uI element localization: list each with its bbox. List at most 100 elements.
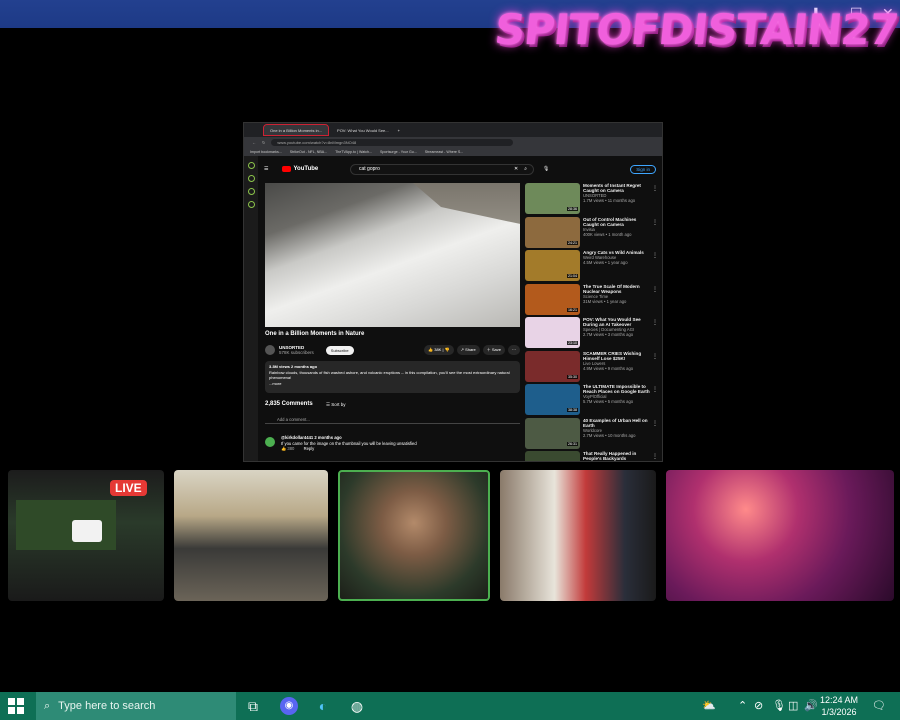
recommendation-title[interactable]: That Really Happened in People's Backyar… bbox=[583, 451, 653, 461]
subscribe-button[interactable]: Subscribe bbox=[325, 345, 354, 355]
clear-search-icon[interactable]: ✕ bbox=[514, 166, 518, 172]
live-badge: LIVE bbox=[110, 480, 147, 496]
taskbar-search-input[interactable]: ⌕ Type here to search bbox=[36, 692, 236, 720]
notifications-icon[interactable]: 🗨 bbox=[872, 699, 886, 712]
search-input[interactable]: cat gopro ✕ ⌕ bbox=[350, 163, 534, 175]
video-player[interactable] bbox=[265, 183, 520, 327]
more-options-icon[interactable]: ⋮ bbox=[652, 219, 658, 226]
recommendation-duration: 28:36 bbox=[567, 207, 578, 211]
bookmark-item[interactable]: Import bookmarks... bbox=[250, 150, 282, 154]
recommendation-item[interactable]: 40 Examples of Urban Hell on Earth Worldc… bbox=[525, 417, 659, 452]
recommendation-item[interactable]: Moments of Instant Regret Caught on Came… bbox=[525, 183, 659, 217]
commenter-avatar[interactable] bbox=[265, 437, 275, 447]
sign-in-button[interactable]: Sign in bbox=[630, 164, 656, 174]
recommendation-item[interactable]: That Really Happened in People's Backyar… bbox=[525, 451, 659, 461]
microphone-icon[interactable]: 🎙 bbox=[543, 166, 549, 172]
microphone-icon[interactable]: 🎙 bbox=[772, 699, 786, 712]
recommendation-title[interactable]: The True Scale Of Modern Nuclear Weapons bbox=[583, 284, 653, 294]
recommendation-meta: 400K views • 1 month ago bbox=[583, 231, 632, 237]
more-options-icon[interactable]: ⋮ bbox=[652, 420, 658, 427]
description-text: Rainbow clouds, thousands of fish washed… bbox=[269, 369, 510, 381]
comment-reply-button[interactable]: Reply bbox=[304, 446, 315, 451]
more-options-icon[interactable]: ⋮ bbox=[652, 252, 658, 259]
more-options-icon[interactable]: ⋮ bbox=[652, 286, 658, 293]
recommendation-item[interactable]: The True Scale Of Modern Nuclear Weapons… bbox=[525, 283, 659, 318]
more-options-icon[interactable]: ⋮ bbox=[652, 453, 658, 460]
recommendation-text: Angry Cats vs Wild Animals Weird Warehous… bbox=[583, 250, 653, 265]
discord-icon[interactable]: ◉ bbox=[280, 697, 298, 715]
new-tab-icon[interactable]: + bbox=[398, 128, 400, 133]
sort-by-button[interactable]: ☰ Sort by bbox=[326, 402, 346, 408]
webcam-tile-kitchen[interactable] bbox=[174, 470, 328, 601]
description-box[interactable]: 3.3M views 2 months ago Rainbow clouds, … bbox=[265, 361, 520, 393]
search-icon: ⌕ bbox=[44, 699, 51, 712]
bookmark-item[interactable]: TheTVApp.to | Watch... bbox=[335, 150, 372, 154]
recommendation-item[interactable]: SCAMMER CRIES Wishing Himself Lose $25K!… bbox=[525, 350, 659, 385]
network-icon[interactable]: ⊘ bbox=[754, 699, 763, 712]
sidebar-icon[interactable] bbox=[247, 201, 255, 208]
comment-like-button[interactable]: 👍 380 bbox=[281, 446, 294, 451]
windows-start-icon[interactable] bbox=[8, 698, 24, 714]
recommendation-duration: 21:04 bbox=[567, 274, 578, 278]
tab-secondary[interactable]: POV: What You Would See... bbox=[331, 125, 395, 135]
youtube-logo[interactable]: YouTube bbox=[282, 166, 318, 172]
recommendation-item[interactable]: Angry Cats vs Wild Animals Weird Warehous… bbox=[525, 250, 659, 284]
like-button[interactable]: 👍 38K | 👎 bbox=[424, 345, 454, 355]
tab-active[interactable]: One in a Billion Moments in... bbox=[262, 124, 330, 136]
save-button[interactable]: ＋ Save bbox=[482, 345, 505, 355]
recommendation-item[interactable]: Out of Control Machines Caught on Camera… bbox=[525, 216, 659, 251]
youtube-logo-text: YouTube bbox=[293, 166, 319, 172]
recommendation-duration: 23:10 bbox=[567, 341, 578, 345]
recommendation-title[interactable]: Moments of Instant Regret Caught on Came… bbox=[583, 183, 653, 193]
webcam-tile-gaming-chair[interactable] bbox=[500, 470, 656, 601]
sidebar-icon[interactable] bbox=[247, 188, 255, 195]
webcam-tile-bedroom[interactable] bbox=[666, 470, 894, 601]
bookmark-item[interactable]: Streameast - Where S... bbox=[425, 150, 464, 154]
recommendation-title[interactable]: POV: What You Would See During an AI Tak… bbox=[583, 317, 653, 327]
sidebar-icon[interactable] bbox=[247, 162, 255, 169]
recommendation-title[interactable]: SCAMMER CRIES Wishing Himself Lose $25K! bbox=[583, 351, 653, 361]
recommendation-item[interactable]: The ULTIMATE Impossible to Reach Places … bbox=[525, 384, 659, 418]
clock-date: 1/3/2026 bbox=[821, 707, 857, 717]
recommendation-title[interactable]: The ULTIMATE Impossible to Reach Places … bbox=[583, 384, 653, 394]
add-comment-input[interactable]: Add a comment... bbox=[265, 417, 520, 424]
tab-strip: One in a Billion Moments in... POV: What… bbox=[244, 123, 662, 137]
taskbar-clock[interactable]: 12:24 AM 1/3/2026 bbox=[820, 694, 858, 718]
bookmark-item[interactable]: Sportsurge - Your Gu... bbox=[380, 150, 417, 154]
recommendation-text: 40 Examples of Urban Hell on Earth Worldc… bbox=[583, 418, 653, 438]
volume-icon[interactable]: 🔊 bbox=[804, 699, 818, 712]
youtube-header: ☰ YouTube cat gopro ✕ ⌕ 🎙 Sign in bbox=[258, 160, 662, 178]
recommendation-meta: 4.9M views • 9 months ago bbox=[583, 365, 634, 371]
webcam-tile-active-speaker[interactable] bbox=[338, 470, 490, 601]
recommendation-text: Moments of Instant Regret Caught on Came… bbox=[583, 183, 653, 203]
recommendation-title[interactable]: Out of Control Machines Caught on Camera bbox=[583, 217, 653, 227]
channel-avatar[interactable] bbox=[265, 345, 275, 355]
more-options-icon[interactable]: ⋮ bbox=[652, 185, 658, 192]
recommendation-title[interactable]: 40 Examples of Urban Hell on Earth bbox=[583, 418, 653, 428]
recommendation-item[interactable]: POV: What You Would See During an AI Tak… bbox=[525, 317, 659, 351]
camera-icon[interactable]: ◫ bbox=[788, 699, 798, 712]
url-field[interactable]: www.youtube.com/watch?v=8nMmgn3NO48 bbox=[271, 138, 514, 146]
more-options-icon[interactable]: ⋮ bbox=[652, 386, 658, 393]
back-icon[interactable]: ← bbox=[252, 140, 256, 145]
more-actions-icon[interactable]: ⋯ bbox=[508, 345, 520, 355]
obs-icon[interactable]: ◍ bbox=[348, 697, 366, 715]
weather-icon[interactable]: ⛅ bbox=[702, 699, 716, 712]
more-options-icon[interactable]: ⋮ bbox=[652, 353, 658, 360]
more-options-icon[interactable]: ⋮ bbox=[652, 319, 658, 326]
search-query: cat gopro bbox=[359, 166, 380, 172]
search-icon[interactable]: ⌕ bbox=[524, 166, 527, 172]
menu-icon[interactable]: ☰ bbox=[264, 166, 268, 172]
refresh-icon[interactable]: ↻ bbox=[262, 140, 265, 145]
edge-icon[interactable]: ◐ bbox=[314, 697, 332, 715]
sidebar-icon[interactable] bbox=[247, 175, 255, 182]
save-label: Save bbox=[491, 347, 501, 352]
share-button[interactable]: ↗ Share bbox=[456, 345, 480, 355]
browser-sidebar bbox=[244, 156, 258, 461]
show-more-link[interactable]: ...more bbox=[269, 381, 281, 386]
tray-chevron-up-icon[interactable]: ⌃ bbox=[738, 699, 747, 712]
task-view-icon[interactable]: ⧉ bbox=[244, 697, 262, 715]
recommendation-thumbnail[interactable] bbox=[525, 451, 580, 461]
bookmark-item[interactable]: StrikeOut - NFL, NBA... bbox=[290, 150, 327, 154]
comment-author[interactable]: @kirkdollar4441 2 months ago bbox=[281, 435, 342, 440]
